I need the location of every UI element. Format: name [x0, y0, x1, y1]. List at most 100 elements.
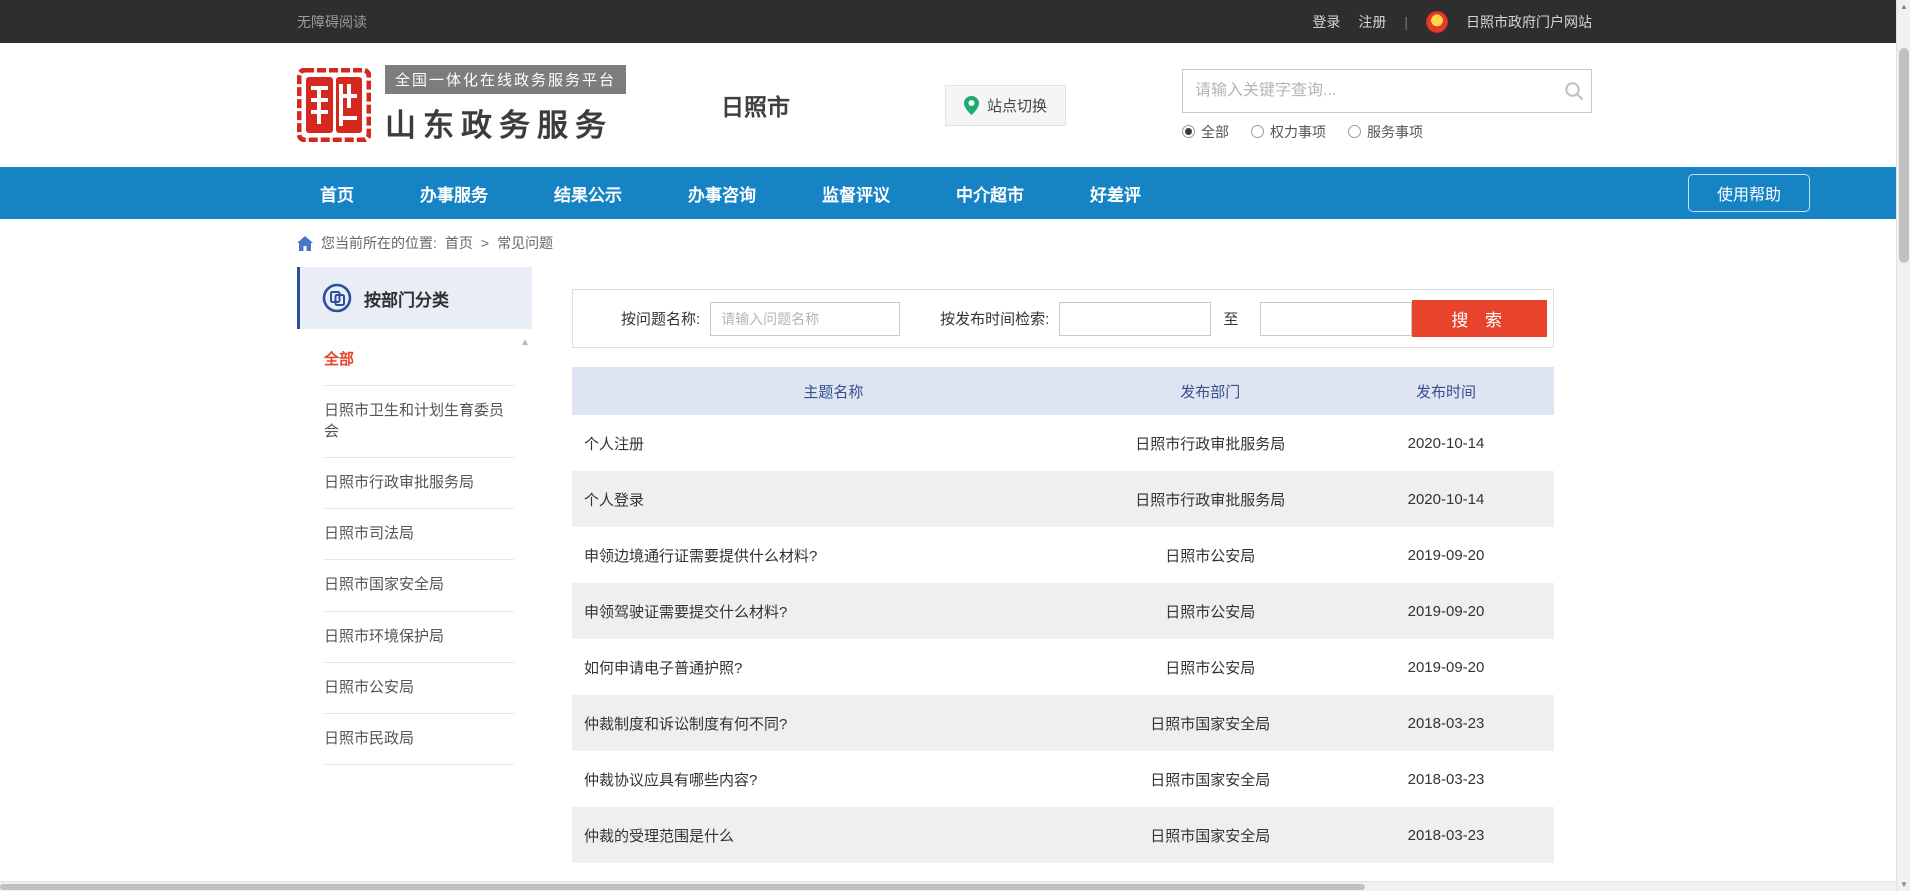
header: 全国一体化在线政务服务平台 山东政务服务 日照市 站点切换 全部 [0, 43, 1910, 167]
table-row: 如何申请电子普通护照? 日照市公安局 2019-09-20 [572, 639, 1554, 695]
table-row: 仲裁协议应具有哪些内容? 日照市国家安全局 2018-03-23 [572, 751, 1554, 807]
search-button[interactable]: 搜 索 [1412, 300, 1547, 337]
keyword-search-box [1182, 69, 1592, 113]
table-row: 申领驾驶证需要提交什么材料? 日照市公安局 2019-09-20 [572, 583, 1554, 639]
date-cell: 2019-09-20 [1338, 583, 1554, 639]
search-scope-group: 全部 权力事项 服务事项 [1182, 122, 1592, 142]
question-link[interactable]: 个人注册 [572, 415, 1083, 471]
location-pin-icon [964, 96, 979, 115]
nav-home[interactable]: 首页 [320, 181, 354, 206]
sidebar-title: 按部门分类 [364, 286, 449, 311]
date-from-input[interactable] [1059, 302, 1211, 336]
scope-all-label: 全部 [1201, 122, 1229, 142]
search-icon[interactable] [1557, 81, 1591, 101]
date-cell: 2018-03-23 [1338, 751, 1554, 807]
category-icon [322, 283, 352, 313]
nav-consult[interactable]: 办事咨询 [688, 181, 756, 206]
dept-cell: 日照市行政审批服务局 [1083, 471, 1338, 527]
vertical-scrollbar-thumb[interactable] [1899, 48, 1909, 263]
date-cell: 2020-10-14 [1338, 471, 1554, 527]
sidebar-item-approval-bureau[interactable]: 日照市行政审批服务局 [324, 458, 514, 509]
date-cell: 2019-09-20 [1338, 527, 1554, 583]
radio-selected-icon [1182, 125, 1195, 138]
breadcrumb-home[interactable]: 首页 [445, 233, 473, 253]
question-link[interactable]: 申领驾驶证需要提交什么材料? [572, 583, 1083, 639]
department-list: ▲ 全部 日照市卫生和计划生育委员会 日照市行政审批服务局 日照市司法局 日照市… [297, 329, 532, 884]
brand-title: 山东政务服务 [385, 100, 626, 145]
question-link[interactable]: 申领边境通行证需要提供什么材料? [572, 527, 1083, 583]
sidebar-item-civil-affairs-bureau[interactable]: 日照市民政局 [324, 714, 514, 765]
sidebar-item-security-bureau[interactable]: 日照市国家安全局 [324, 560, 514, 611]
main-panel: 按问题名称: 按发布时间检索: 至 搜 索 主题名称 发布部门 发布时间 个人注… [572, 289, 1554, 863]
scroll-up-icon[interactable]: ▲ [520, 337, 530, 348]
login-link[interactable]: 登录 [1312, 12, 1340, 32]
date-to-label: 至 [1223, 308, 1238, 329]
dept-cell: 日照市公安局 [1083, 583, 1338, 639]
nav-rating[interactable]: 好差评 [1090, 181, 1141, 206]
question-link[interactable]: 仲裁的受理范围是什么 [572, 807, 1083, 863]
help-button[interactable]: 使用帮助 [1688, 174, 1810, 212]
portal-link[interactable]: 日照市政府门户网站 [1466, 12, 1592, 32]
sidebar-item-all[interactable]: 全部 [324, 335, 514, 386]
filter-bar: 按问题名称: 按发布时间检索: 至 搜 索 [572, 289, 1554, 348]
question-link[interactable]: 如何申请电子普通护照? [572, 639, 1083, 695]
date-to-input[interactable] [1260, 302, 1412, 336]
scope-all[interactable]: 全部 [1182, 122, 1229, 142]
scope-service-label: 服务事项 [1367, 122, 1423, 142]
date-filter-label: 按发布时间检索: [940, 308, 1049, 329]
shandong-seal-icon [297, 68, 371, 142]
date-cell: 2020-10-14 [1338, 415, 1554, 471]
questions-table: 主题名称 发布部门 发布时间 个人注册 日照市行政审批服务局 2020-10-1… [572, 367, 1554, 863]
accessibility-link[interactable]: 无障碍阅读 [297, 12, 367, 32]
keyword-search-input[interactable] [1183, 82, 1557, 100]
nav-intermediary[interactable]: 中介超市 [956, 181, 1024, 206]
sidebar-item-justice-bureau[interactable]: 日照市司法局 [324, 509, 514, 560]
site-switch-button[interactable]: 站点切换 [945, 85, 1066, 126]
site-logo[interactable]: 全国一体化在线政务服务平台 山东政务服务 [297, 65, 626, 145]
horizontal-scrollbar[interactable] [0, 881, 1896, 891]
horizontal-scrollbar-thumb[interactable] [0, 884, 1365, 890]
main-nav: 首页 办事服务 结果公示 办事咨询 监督评议 中介超市 好差评 使用帮助 [0, 167, 1910, 219]
platform-badge: 全国一体化在线政务服务平台 [385, 65, 626, 94]
nav-services[interactable]: 办事服务 [420, 181, 488, 206]
nav-results[interactable]: 结果公示 [554, 181, 622, 206]
home-icon [297, 236, 313, 251]
date-cell: 2019-09-20 [1338, 639, 1554, 695]
radio-icon [1251, 125, 1264, 138]
scope-service-items[interactable]: 服务事项 [1348, 122, 1423, 142]
breadcrumb: 您当前所在的位置: 首页 > 常见问题 [0, 219, 1910, 267]
scope-power-label: 权力事项 [1270, 122, 1326, 142]
scrollbar-up-icon[interactable]: ▲ [1897, 2, 1910, 11]
table-row: 仲裁制度和诉讼制度有何不同? 日照市国家安全局 2018-03-23 [572, 695, 1554, 751]
table-row: 个人登录 日照市行政审批服务局 2020-10-14 [572, 471, 1554, 527]
table-row: 仲裁的受理范围是什么 日照市国家安全局 2018-03-23 [572, 807, 1554, 863]
col-header-dept: 发布部门 [1083, 367, 1338, 415]
question-link[interactable]: 仲裁制度和诉讼制度有何不同? [572, 695, 1083, 751]
scrollbar-down-icon[interactable]: ▼ [1897, 880, 1910, 889]
question-link[interactable]: 个人登录 [572, 471, 1083, 527]
breadcrumb-prefix: 您当前所在的位置: [321, 233, 437, 253]
site-switch-label: 站点切换 [987, 95, 1047, 116]
dept-cell: 日照市国家安全局 [1083, 807, 1338, 863]
sidebar-item-police-bureau[interactable]: 日照市公安局 [324, 663, 514, 714]
col-header-title: 主题名称 [572, 367, 1083, 415]
scope-power-items[interactable]: 权力事项 [1251, 122, 1326, 142]
vertical-scrollbar[interactable]: ▲ ▼ [1896, 0, 1910, 891]
city-name: 日照市 [721, 88, 790, 122]
question-name-input[interactable] [710, 302, 900, 336]
sidebar-item-health-commission[interactable]: 日照市卫生和计划生育委员会 [324, 386, 514, 458]
sidebar-header: 按部门分类 [297, 267, 532, 329]
date-cell: 2018-03-23 [1338, 695, 1554, 751]
radio-icon [1348, 125, 1361, 138]
nav-supervision[interactable]: 监督评议 [822, 181, 890, 206]
dept-cell: 日照市行政审批服务局 [1083, 415, 1338, 471]
question-link[interactable]: 仲裁协议应具有哪些内容? [572, 751, 1083, 807]
dept-cell: 日照市国家安全局 [1083, 751, 1338, 807]
topbar: 无障碍阅读 登录 注册 | 日照市政府门户网站 [0, 0, 1910, 43]
dept-cell: 日照市公安局 [1083, 639, 1338, 695]
register-link[interactable]: 注册 [1358, 12, 1386, 32]
table-row: 申领边境通行证需要提供什么材料? 日照市公安局 2019-09-20 [572, 527, 1554, 583]
sidebar-item-environment-bureau[interactable]: 日照市环境保护局 [324, 612, 514, 663]
col-header-date: 发布时间 [1338, 367, 1554, 415]
dept-cell: 日照市公安局 [1083, 527, 1338, 583]
